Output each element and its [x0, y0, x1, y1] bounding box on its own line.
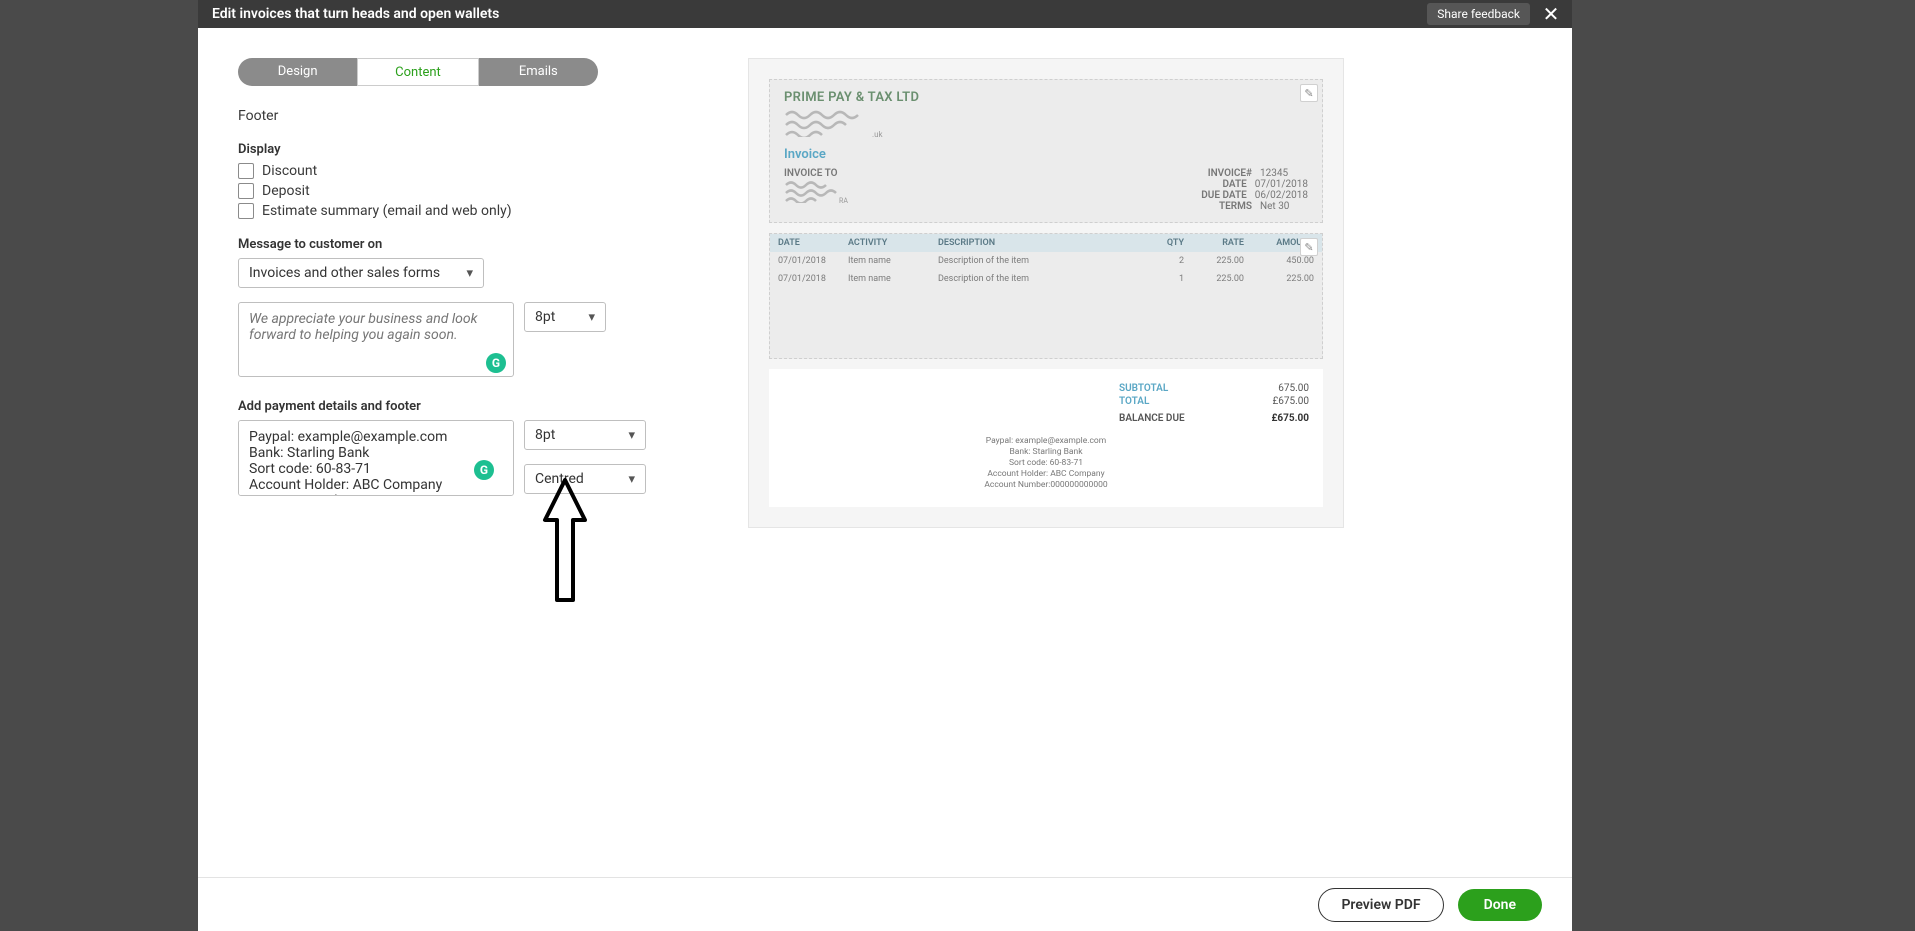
meta-due-v: 06/02/2018 [1255, 190, 1308, 201]
share-feedback-button[interactable]: Share feedback [1427, 3, 1530, 25]
col-rate: RATE [1184, 238, 1244, 248]
done-button[interactable]: Done [1458, 889, 1542, 921]
invoice-to-label: INVOICE TO [784, 168, 864, 179]
message-form-select-value: Invoices and other sales forms [249, 265, 440, 281]
checkbox-deposit[interactable] [238, 183, 254, 199]
col-date: DATE [778, 238, 848, 248]
checkbox-estimate-label: Estimate summary (email and web only) [262, 203, 512, 219]
meta-date-v: 07/01/2018 [1255, 179, 1308, 190]
table-row: 07/01/2018Item nameDescription of the it… [770, 252, 1322, 270]
company-name: PRIME PAY & TAX LTD [784, 90, 1308, 105]
total-k: TOTAL [1119, 396, 1149, 407]
bottom-bar: Preview PDF Done [198, 877, 1572, 931]
checkbox-estimate-row: Estimate summary (email and web only) [238, 203, 708, 219]
svg-text:.uk: .uk [872, 130, 884, 137]
modal-header: Edit invoices that turn heads and open w… [198, 0, 1572, 28]
address-placeholder: .uk [784, 109, 1308, 137]
preview-header-block: ✎ PRIME PAY & TAX LTD .uk Invoice INVOIC… [769, 79, 1323, 223]
table-row: 07/01/2018Item nameDescription of the it… [770, 270, 1322, 288]
svg-text:RA: RA [839, 197, 848, 203]
col-qty: QTY [1134, 238, 1184, 248]
checkbox-discount-label: Discount [262, 163, 317, 179]
checkbox-discount-row: Discount [238, 163, 708, 179]
subtotal-v: 675.00 [1278, 383, 1309, 394]
invoice-label: Invoice [784, 147, 1308, 162]
balance-k: BALANCE DUE [1119, 413, 1185, 424]
invoice-meta: INVOICE# 12345 DATE 07/01/2018 DUE DATE 06/… [1201, 168, 1308, 212]
footer-font-select[interactable]: 8pt ▾ [524, 420, 646, 450]
preview-table-block: ✎ DATE ACTIVITY DESCRIPTION QTY RATE AMO… [769, 233, 1323, 359]
chevron-down-icon: ▾ [628, 428, 635, 443]
message-font-value: 8pt [535, 309, 555, 325]
grammarly-icon[interactable]: G [474, 460, 494, 480]
col-desc: DESCRIPTION [938, 238, 1134, 248]
meta-terms-v: Net 30 [1260, 201, 1308, 212]
modal-body: Design Content Emails Footer Display Dis… [198, 28, 1572, 931]
footer-section-title: Footer [238, 108, 708, 124]
preview-pdf-button[interactable]: Preview PDF [1318, 888, 1443, 922]
totals-block: SUBTOTAL 675.00 TOTAL £675.00 BALANCE DUE £… [769, 369, 1323, 507]
tab-design[interactable]: Design [238, 58, 357, 86]
tabs: Design Content Emails [238, 58, 598, 86]
message-font-select[interactable]: 8pt ▾ [524, 302, 606, 332]
table-header: DATE ACTIVITY DESCRIPTION QTY RATE AMOUN… [770, 234, 1322, 252]
col-activity: ACTIVITY [848, 238, 938, 248]
message-textarea[interactable] [238, 302, 514, 377]
chevron-down-icon: ▾ [628, 472, 635, 487]
tab-emails[interactable]: Emails [479, 58, 598, 86]
meta-date-k: DATE [1223, 179, 1247, 190]
invoice-to-block: INVOICE TO RA [784, 168, 864, 212]
total-v: £675.00 [1272, 396, 1309, 407]
meta-invoiceno-v: 12345 [1260, 168, 1308, 179]
footer-details-label: Add payment details and footer [238, 399, 708, 414]
footer-textarea[interactable]: Paypal: example@example.com Bank: Starli… [238, 420, 514, 496]
preview-footer-text: Paypal: example@example.comBank: Starlin… [783, 426, 1309, 495]
footer-font-value: 8pt [535, 427, 555, 443]
edit-header-icon[interactable]: ✎ [1300, 84, 1318, 102]
annotation-arrow-icon [535, 470, 595, 610]
message-textarea-wrap: G [238, 302, 514, 381]
grammarly-icon[interactable]: G [486, 353, 506, 373]
message-form-select[interactable]: Invoices and other sales forms ▾ [238, 258, 484, 288]
checkbox-deposit-row: Deposit [238, 183, 708, 199]
chevron-down-icon: ▾ [588, 310, 595, 325]
display-label: Display [238, 142, 708, 157]
edit-table-icon[interactable]: ✎ [1300, 238, 1318, 256]
meta-due-k: DUE DATE [1201, 190, 1246, 201]
balance-v: £675.00 [1271, 413, 1309, 424]
subtotal-k: SUBTOTAL [1119, 383, 1168, 394]
checkbox-estimate[interactable] [238, 203, 254, 219]
checkbox-deposit-label: Deposit [262, 183, 310, 199]
header-actions: Share feedback ✕ [1427, 2, 1562, 26]
tab-content[interactable]: Content [357, 58, 478, 86]
meta-terms-k: TERMS [1219, 201, 1252, 212]
meta-invoiceno-k: INVOICE# [1208, 168, 1252, 179]
right-pane: ✎ PRIME PAY & TAX LTD .uk Invoice INVOIC… [738, 28, 1572, 931]
modal: Edit invoices that turn heads and open w… [198, 0, 1572, 931]
checkbox-discount[interactable] [238, 163, 254, 179]
modal-title: Edit invoices that turn heads and open w… [212, 6, 499, 22]
chevron-down-icon: ▾ [466, 266, 473, 281]
left-pane: Design Content Emails Footer Display Dis… [198, 28, 738, 931]
footer-textarea-wrap: Paypal: example@example.com Bank: Starli… [238, 420, 514, 500]
close-icon[interactable]: ✕ [1540, 2, 1562, 26]
invoice-preview: ✎ PRIME PAY & TAX LTD .uk Invoice INVOIC… [748, 58, 1344, 528]
message-label: Message to customer on [238, 237, 708, 252]
